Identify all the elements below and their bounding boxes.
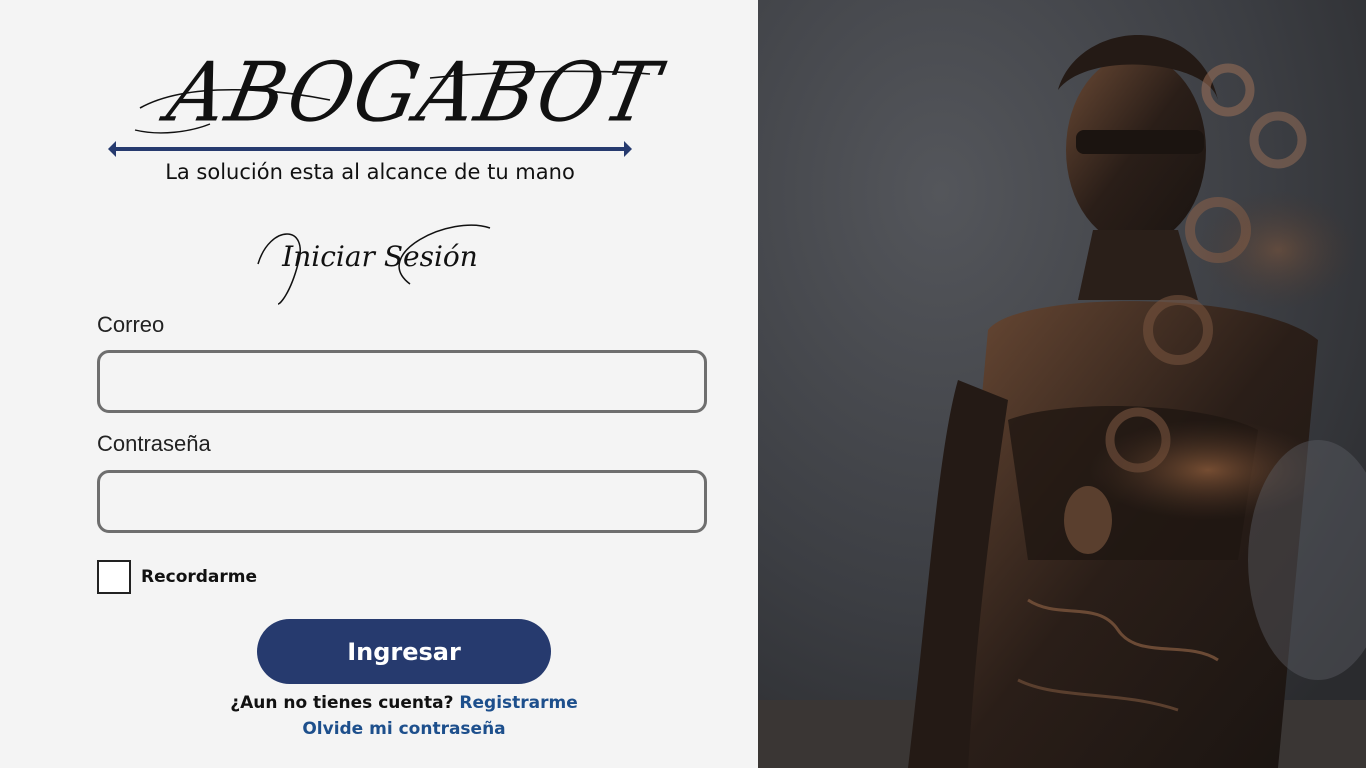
brand-name: ABOGABOT <box>160 45 668 141</box>
register-row: ¿Aun no tienes cuenta? Registrarme <box>140 690 668 716</box>
brand-tagline: La solución esta al alcance de tu mano <box>165 160 575 184</box>
lady-justice-statue-photo-icon <box>758 0 1366 768</box>
email-label: Correo <box>97 312 165 337</box>
brand-logo: ABOGABOT <box>130 40 668 150</box>
signin-heading: Iniciar Sesión <box>250 214 510 309</box>
remember-label: Recordarme <box>141 567 258 587</box>
hero-image <box>758 0 1366 768</box>
signin-title: Iniciar Sesión <box>282 240 478 273</box>
password-field[interactable] <box>97 470 707 533</box>
logo-rule-icon <box>108 141 632 157</box>
remember-checkbox[interactable] <box>97 560 131 594</box>
register-link[interactable]: Registrarme <box>459 693 577 713</box>
no-account-text: ¿Aun no tienes cuenta? <box>230 693 454 713</box>
password-label: Contraseña <box>97 431 211 456</box>
login-button[interactable]: Ingresar <box>257 619 551 684</box>
forgot-row: Olvide mi contraseña <box>140 716 668 742</box>
account-links: ¿Aun no tienes cuenta? Registrarme Olvid… <box>140 690 668 742</box>
email-field[interactable] <box>97 350 707 413</box>
forgot-password-link[interactable]: Olvide mi contraseña <box>302 719 505 739</box>
login-panel: ABOGABOT La solución esta al alcance de … <box>0 0 758 768</box>
